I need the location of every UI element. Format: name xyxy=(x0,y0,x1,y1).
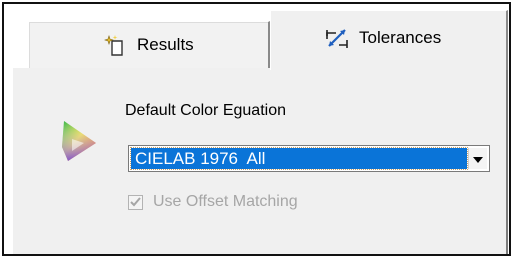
tab-tolerances[interactable]: Tolerances xyxy=(270,10,508,70)
default-equation-label: Default Color Eguation xyxy=(125,102,286,119)
color-equation-dropdown[interactable]: CIELAB 1976 All xyxy=(128,145,490,172)
use-offset-matching-checkbox[interactable] xyxy=(128,194,143,210)
tab-bar: Results Tolerances xyxy=(4,4,509,70)
sparkle-document-icon xyxy=(103,33,127,57)
tab-tolerances-label: Tolerances xyxy=(359,27,442,47)
dialog-frame: Results Tolerances Default Color Eguatio… xyxy=(2,2,511,256)
tab-results[interactable]: Results xyxy=(28,21,270,68)
use-offset-matching-option[interactable]: Use Offset Matching xyxy=(128,193,298,211)
checkmark-icon xyxy=(130,197,141,207)
color-gamut-icon xyxy=(54,117,102,165)
tolerance-arrows-icon xyxy=(325,26,349,50)
tab-results-label: Results xyxy=(137,35,194,54)
color-equation-selected-value: CIELAB 1976 All xyxy=(130,147,468,170)
chevron-down-icon xyxy=(473,150,483,168)
use-offset-matching-label: Use Offset Matching xyxy=(153,193,298,210)
dropdown-arrow-button[interactable] xyxy=(468,148,487,169)
tolerances-panel: Default Color Eguation CIELAB 1976 All U… xyxy=(12,68,508,254)
